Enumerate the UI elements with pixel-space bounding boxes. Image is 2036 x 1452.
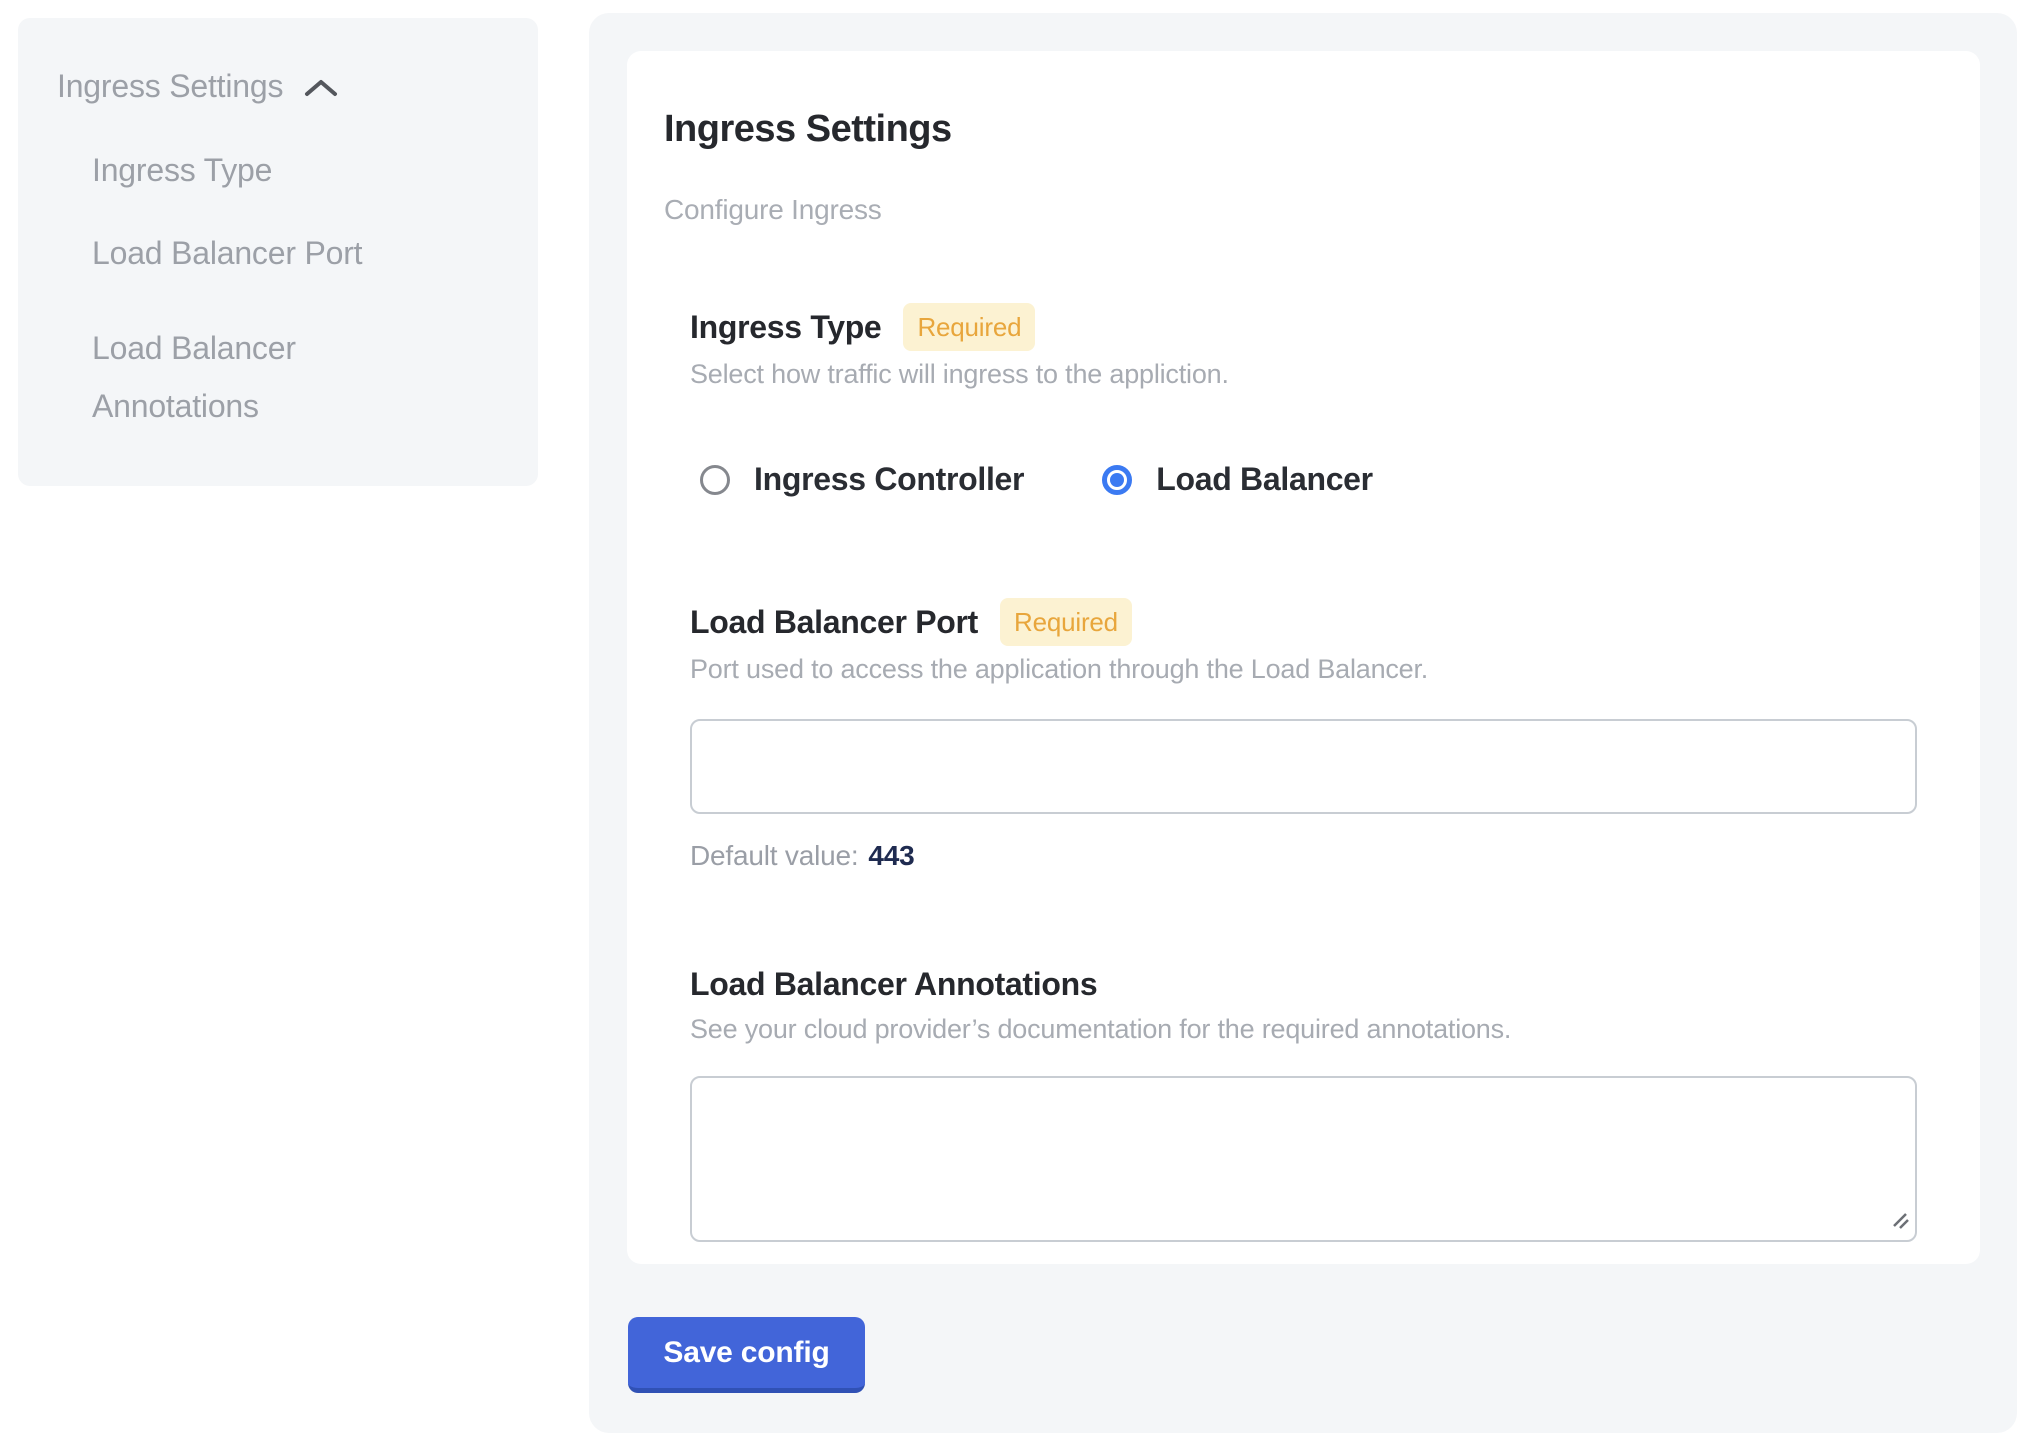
settings-sidebar: Ingress Settings Ingress Type Load Balan… [18,18,538,486]
default-value-label: Default value: [690,840,858,871]
default-value-line: Default value: 443 [690,838,1917,874]
load-balancer-annotations-textarea[interactable] [690,1076,1917,1242]
radio-label-ingress-controller: Ingress Controller [754,461,1024,498]
sidebar-item-ingress-type[interactable]: Ingress Type [92,150,437,190]
chevron-up-icon [303,72,339,100]
load-balancer-annotations-label: Load Balancer Annotations [690,962,1097,1006]
radio-ingress-controller[interactable] [700,465,730,495]
load-balancer-port-input[interactable] [690,719,1917,814]
sidebar-item-load-balancer-port[interactable]: Load Balancer Port [92,233,437,273]
radio-label-load-balancer: Load Balancer [1156,461,1373,498]
ingress-settings-card: Ingress Settings Configure Ingress Ingre… [627,51,1980,1264]
page-subtitle: Configure Ingress [664,193,1918,227]
radio-load-balancer[interactable] [1102,465,1132,495]
radio-option-ingress-controller[interactable]: Ingress Controller [700,461,1024,498]
load-balancer-annotations-description: See your cloud provider’s documentation … [690,1012,1917,1046]
ingress-type-radio-group: Ingress Controller Load Balancer [690,461,1917,498]
required-badge: Required [1000,598,1132,646]
sidebar-group-label: Ingress Settings [57,66,283,106]
settings-panel: Ingress Settings Configure Ingress Ingre… [589,13,2017,1433]
ingress-type-section: Ingress Type Required Select how traffic… [690,303,1917,498]
default-value: 443 [868,840,914,871]
radio-option-load-balancer[interactable]: Load Balancer [1102,461,1373,498]
load-balancer-annotations-section: Load Balancer Annotations See your cloud… [690,962,1917,1242]
ingress-type-description: Select how traffic will ingress to the a… [690,357,1917,391]
sidebar-group-ingress-settings[interactable]: Ingress Settings [57,66,502,106]
save-config-button[interactable]: Save config [628,1317,865,1393]
page-title: Ingress Settings [664,107,1918,151]
load-balancer-port-label: Load Balancer Port [690,600,978,644]
required-badge: Required [903,303,1035,351]
ingress-type-label: Ingress Type [690,305,881,349]
sidebar-item-load-balancer-annotations[interactable]: Load Balancer Annotations [92,319,437,435]
load-balancer-port-description: Port used to access the application thro… [690,652,1917,686]
load-balancer-port-section: Load Balancer Port Required Port used to… [690,598,1917,874]
